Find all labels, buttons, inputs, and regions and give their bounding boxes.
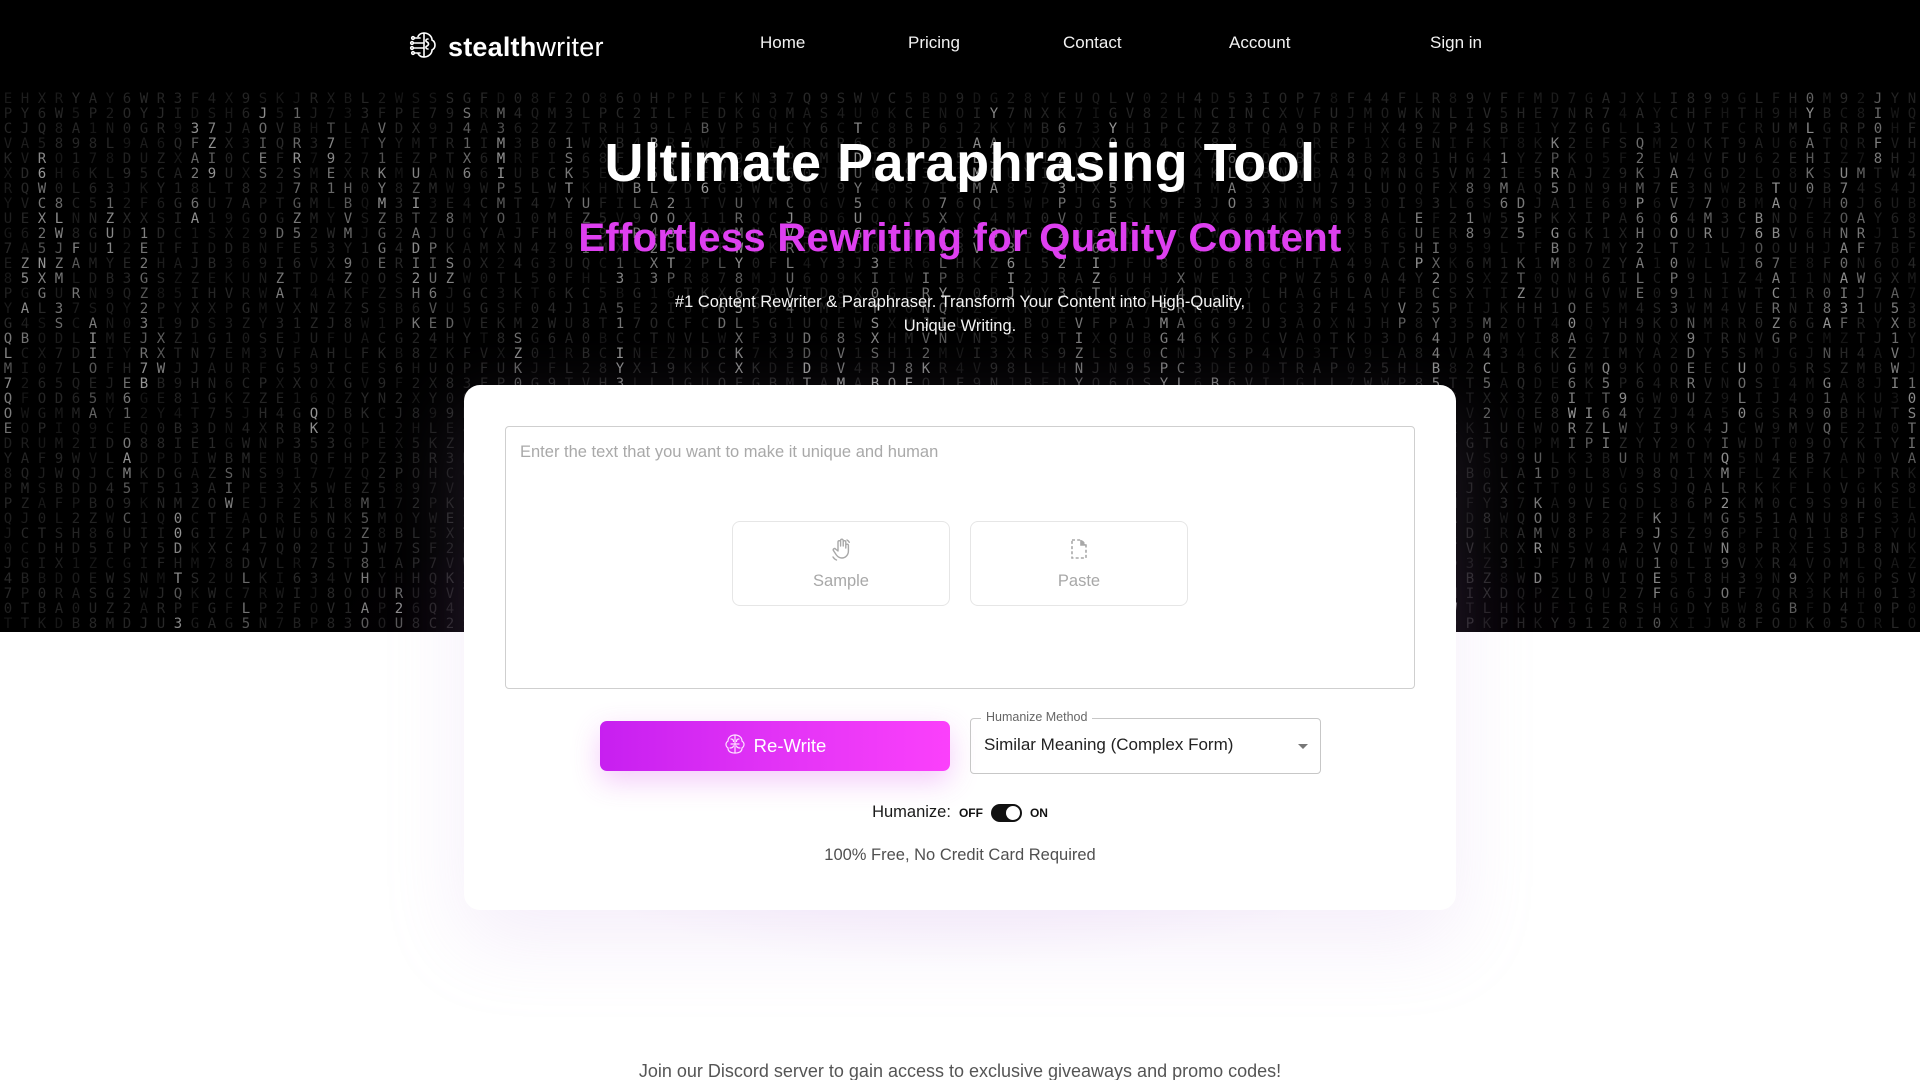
nav-contact[interactable]: Contact xyxy=(1063,33,1122,53)
nav-home[interactable]: Home xyxy=(760,33,805,53)
humanize-method-label: Humanize Method xyxy=(981,710,1093,724)
tagline: #1 Content Rewriter & Paraphraser. Trans… xyxy=(674,293,1246,335)
humanize-method-select[interactable]: Humanize Method Similar Meaning (Complex… xyxy=(970,710,1321,774)
humanize-toggle[interactable] xyxy=(990,803,1022,822)
paste-label: Paste xyxy=(1057,571,1101,590)
paste-button[interactable]: Paste xyxy=(970,521,1188,606)
logo[interactable]: stealthwriter xyxy=(408,29,604,66)
rewriter-card: Sample Paste Re-Write Humanize Method Si… xyxy=(464,385,1456,910)
top-nav: stealthwriter Home Pricing Contact Accou… xyxy=(0,0,1920,90)
toggle-on-label: ON xyxy=(1029,805,1048,820)
text-input[interactable] xyxy=(506,427,1414,688)
paste-document-icon xyxy=(1068,537,1090,566)
sample-button[interactable]: Sample xyxy=(732,521,950,606)
text-editor: Sample Paste xyxy=(505,426,1415,689)
nav-sign-in[interactable]: Sign in xyxy=(1430,33,1482,53)
waving-hand-icon xyxy=(830,537,852,566)
brain-circuit-icon xyxy=(408,29,440,66)
humanize-label: Humanize: xyxy=(872,803,951,821)
nav-pricing[interactable]: Pricing xyxy=(908,33,960,53)
caret-down-icon xyxy=(1298,744,1308,749)
page-subtitle: Effortless Rewriting for Quality Content xyxy=(578,216,1342,260)
toggle-off-label: OFF xyxy=(958,805,983,820)
free-note: 100% Free, No Credit Card Required xyxy=(824,846,1096,864)
rewrite-label: Re-Write xyxy=(753,735,827,756)
humanize-method-value: Similar Meaning (Complex Form) xyxy=(984,735,1234,754)
discord-promo-text: Join our Discord server to gain access t… xyxy=(638,1061,1282,1080)
rewrite-button[interactable]: Re-Write xyxy=(600,721,950,771)
logo-text: stealthwriter xyxy=(448,32,604,62)
sample-label: Sample xyxy=(813,571,869,590)
toggle-knob xyxy=(1005,805,1020,820)
brain-icon xyxy=(724,733,746,760)
nav-account[interactable]: Account xyxy=(1229,33,1290,53)
page-title: Ultimate Paraphrasing Tool xyxy=(604,133,1316,193)
humanize-toggle-row: Humanize: OFF ON xyxy=(464,803,1456,822)
